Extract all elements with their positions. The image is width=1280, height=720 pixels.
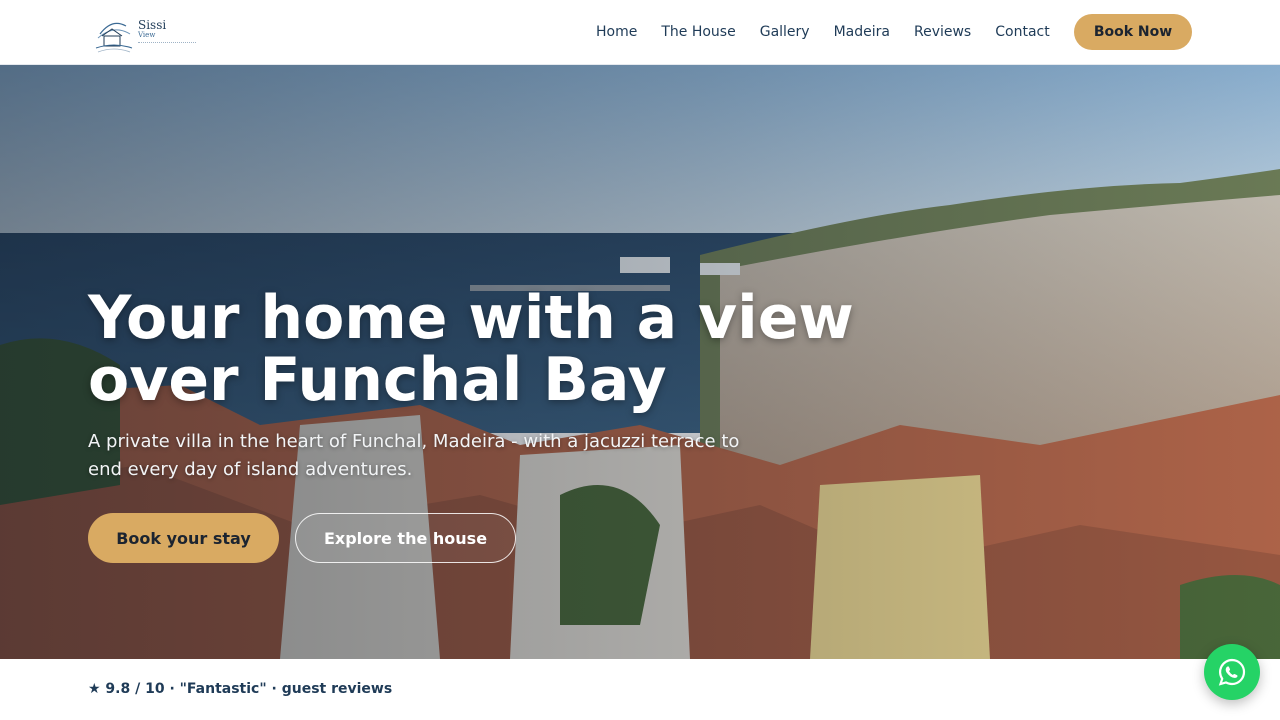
book-now-button[interactable]: Book Now <box>1074 14 1192 50</box>
hero-subtitle: A private villa in the heart of Funchal,… <box>88 431 740 480</box>
house-logo-icon <box>95 22 133 53</box>
hero-title: Your home with a view over Funchal Bay <box>88 287 888 411</box>
site-logo[interactable]: Sissi View <box>94 14 204 58</box>
nav-home[interactable]: Home <box>596 24 637 40</box>
hero-title-line1: Your home with a view <box>88 283 854 353</box>
main-nav: Home The House Gallery Madeira Reviews C… <box>596 0 1074 64</box>
nav-gallery[interactable]: Gallery <box>760 24 810 40</box>
site-header: Sissi View Home The House Gallery Madeir… <box>0 0 1280 65</box>
explore-the-house-button[interactable]: Explore the house <box>295 513 516 563</box>
rating-strip: ★ 9.8 / 10 · "Fantastic" · guest reviews <box>88 681 393 697</box>
nav-contact[interactable]: Contact <box>995 24 1049 40</box>
logo-name: Sissi <box>138 18 167 32</box>
nav-the-house[interactable]: The House <box>661 24 735 40</box>
hero-section: Your home with a view over Funchal Bay A… <box>0 65 1280 659</box>
book-your-stay-button[interactable]: Book your stay <box>88 513 279 563</box>
nav-madeira[interactable]: Madeira <box>834 24 890 40</box>
nav-reviews[interactable]: Reviews <box>914 24 971 40</box>
whatsapp-button[interactable] <box>1204 644 1260 700</box>
logo-wordmark: Sissi View <box>138 19 196 43</box>
logo-sub: View <box>138 31 156 39</box>
whatsapp-icon <box>1218 658 1246 686</box>
hero-title-line2: over Funchal Bay <box>88 345 667 415</box>
logo-rule <box>138 42 196 43</box>
